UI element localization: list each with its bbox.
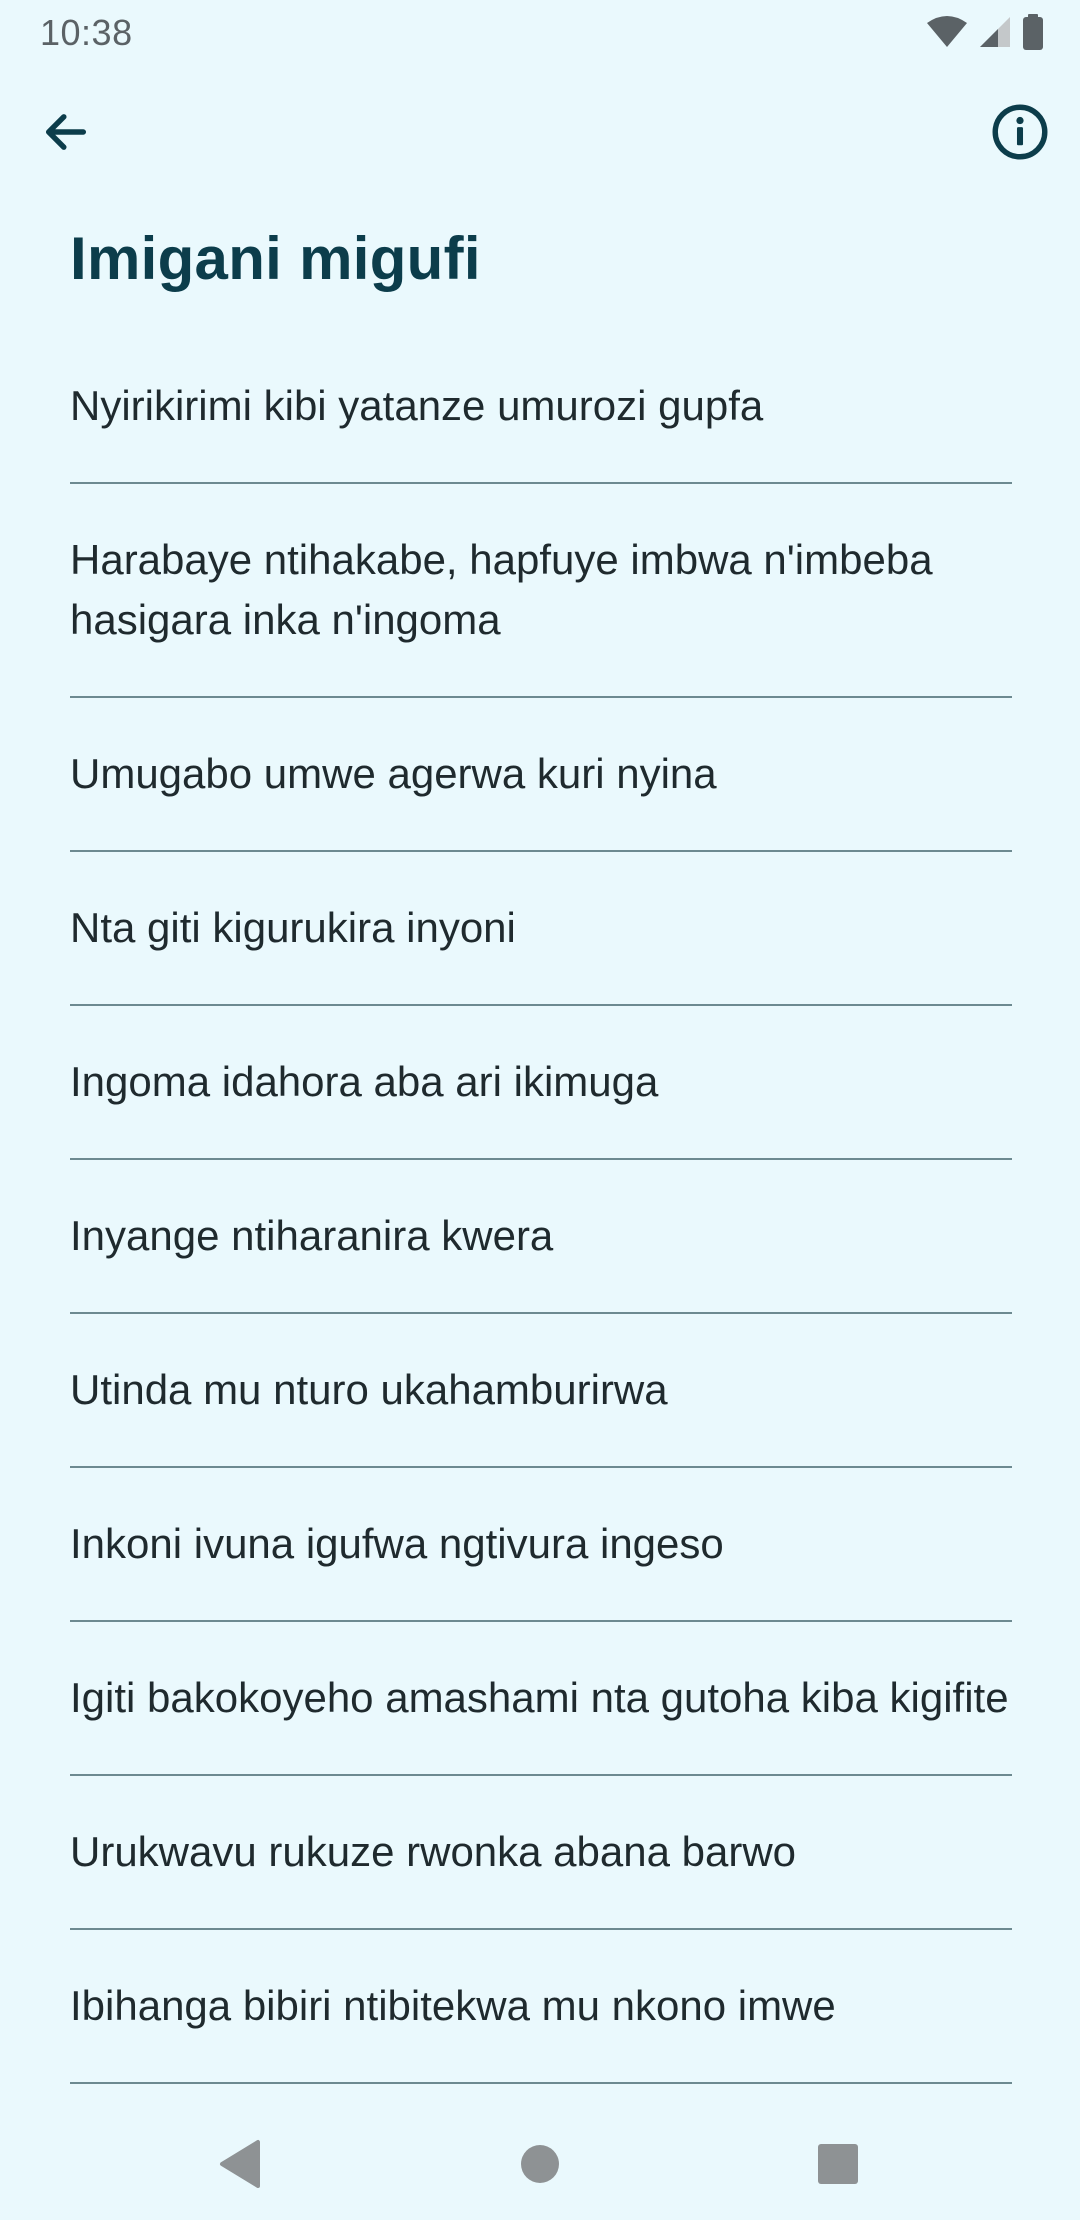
proverb-item[interactable]: Inyange ntiharanira kwera <box>70 1160 1012 1314</box>
proverb-item[interactable]: Inkoni ivuna igufwa ngtivura ingeso <box>70 1468 1012 1622</box>
back-button[interactable] <box>18 84 114 180</box>
signal-icon <box>978 15 1012 54</box>
wifi-icon <box>926 15 968 54</box>
proverb-item[interactable]: Urukwavu rukuze rwonka abana barwo <box>70 1776 1012 1930</box>
app-bar <box>0 66 1080 198</box>
nav-recents-button[interactable] <box>788 2114 888 2214</box>
info-button[interactable] <box>972 84 1068 180</box>
arrow-left-icon <box>45 114 87 150</box>
proverb-item[interactable]: Ibihanga bibiri ntibitekwa mu nkono imwe <box>70 1930 1012 2084</box>
page-title: Imigani migufi <box>70 225 481 292</box>
battery-icon <box>1022 13 1044 55</box>
proverb-item[interactable]: Nyirikirimi kibi yatanze umurozi gupfa <box>70 330 1012 484</box>
proverb-item[interactable]: Igiti bakokoyeho amashami nta gutoha kib… <box>70 1622 1012 1776</box>
nav-home-button[interactable] <box>490 2114 590 2214</box>
proverb-list: Nyirikirimi kibi yatanze umurozi gupfa H… <box>70 330 1012 2084</box>
status-icons <box>926 13 1044 55</box>
proverb-item[interactable]: Nta giti kigurukira inyoni <box>70 852 1012 1006</box>
proverb-item[interactable]: Utinda mu nturo ukahamburirwa <box>70 1314 1012 1468</box>
status-bar: 10:38 <box>0 0 1080 66</box>
navigation-bar <box>0 2100 1080 2220</box>
proverb-item[interactable]: Harabaye ntihakabe, hapfuye imbwa n'imbe… <box>70 484 1012 698</box>
status-time: 10:38 <box>40 12 133 53</box>
nav-back-button[interactable] <box>190 2114 290 2214</box>
nav-back-icon <box>220 2140 260 2188</box>
nav-recents-icon <box>818 2144 858 2184</box>
nav-home-icon <box>521 2145 559 2183</box>
info-icon <box>992 104 1048 160</box>
proverb-item[interactable]: Umugabo umwe agerwa kuri nyina <box>70 698 1012 852</box>
proverb-item[interactable]: Ingoma idahora aba ari ikimuga <box>70 1006 1012 1160</box>
